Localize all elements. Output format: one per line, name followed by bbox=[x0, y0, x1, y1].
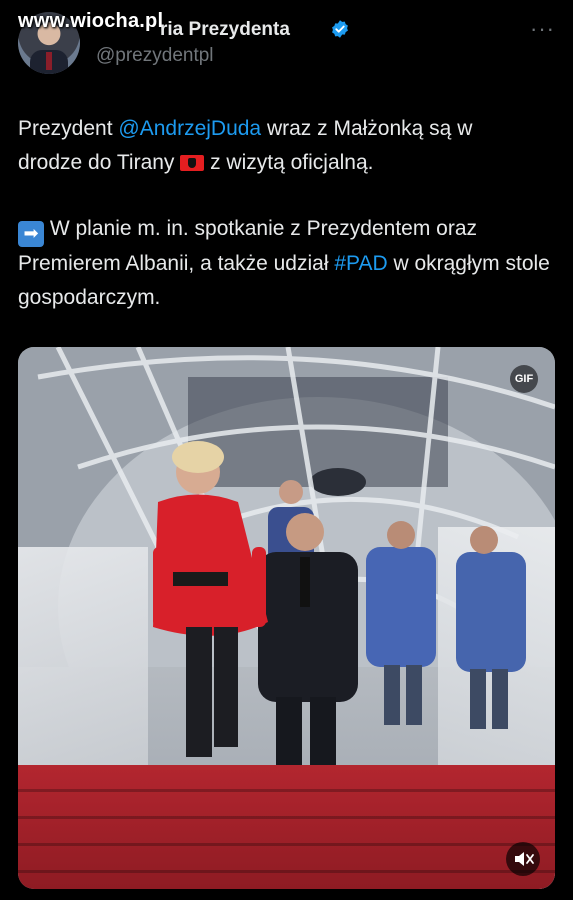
video-player[interactable]: GIF bbox=[18, 347, 555, 889]
volume-muted-icon[interactable] bbox=[506, 842, 540, 876]
tweet-paragraph-1: Prezydent @AndrzejDuda wraz z Małżonką s… bbox=[18, 112, 563, 179]
tweet-header: www.wiocha.pl ria Prezydenta @prezydentp… bbox=[0, 0, 573, 80]
hashtag-link[interactable]: #PAD bbox=[334, 252, 387, 275]
stair-steps bbox=[18, 765, 555, 889]
albania-flag-icon bbox=[180, 154, 205, 171]
mention-link[interactable]: @AndrzejDuda bbox=[118, 117, 261, 140]
more-options-icon[interactable]: ··· bbox=[530, 16, 555, 42]
tweet-paragraph-2: ➡ W planie m. in. spotkanie z Prezydente… bbox=[18, 212, 563, 314]
person-first-lady bbox=[153, 441, 268, 757]
right-arrow-emoji-icon: ➡ bbox=[18, 221, 44, 247]
tweet-text-segment: Prezydent bbox=[18, 117, 119, 140]
person-guard-middle bbox=[366, 521, 436, 725]
handle[interactable]: @prezydentpl bbox=[96, 45, 214, 67]
tweet-text-segment: z wizytą oficjalną. bbox=[204, 150, 374, 174]
tweet-text-segment: wraz z Małżonką są w bbox=[261, 117, 473, 140]
avatar-tie bbox=[46, 52, 52, 70]
tweet-text-segment: drodze do Tirany bbox=[18, 150, 181, 174]
person-guard-right bbox=[456, 526, 526, 729]
volume-muted-glyph bbox=[515, 852, 534, 866]
verified-badge-icon bbox=[332, 20, 348, 38]
watermark: www.wiocha.pl bbox=[18, 10, 164, 32]
gif-badge[interactable]: GIF bbox=[510, 365, 538, 393]
tweet-text: Prezydent @AndrzejDuda wraz z Małżonką s… bbox=[18, 112, 563, 314]
display-name[interactable]: ria Prezydenta bbox=[160, 19, 290, 41]
